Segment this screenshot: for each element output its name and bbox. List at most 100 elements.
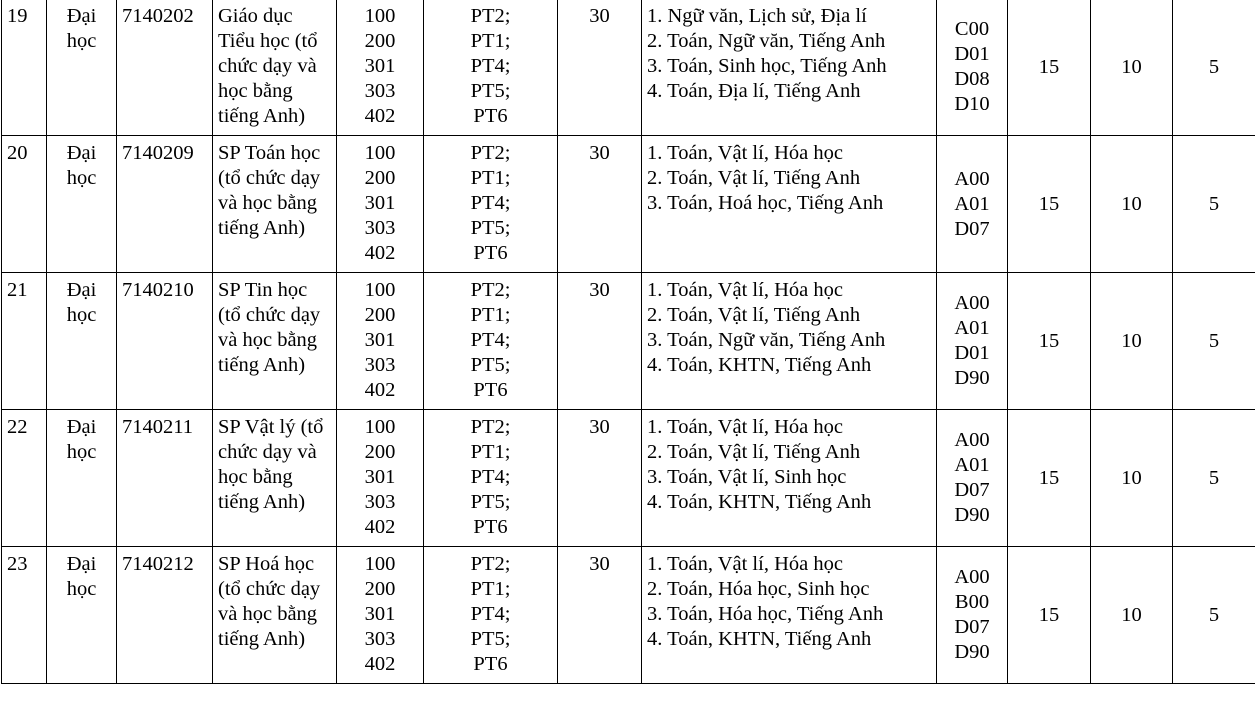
combos-cell: 1. Toán, Vật lí, Hóa học 2. Toán, Vật lí,… [641, 272, 937, 410]
combo-code: A01 [954, 454, 990, 476]
method: PT1; [470, 30, 511, 52]
subject-combo: 3. Toán, Ngữ văn, Tiếng Anh [647, 329, 886, 351]
subject-combo: 2. Toán, Ngữ văn, Tiếng Anh [647, 30, 886, 52]
level-cell: Đại học [46, 409, 117, 547]
level-cell: Đại học [46, 546, 117, 684]
method-code: 301 [364, 55, 396, 77]
method: PT2; [470, 416, 511, 438]
table-row: 21 Đại học 7140210 SP Tin học (tổ chức dạy v… [1, 272, 1255, 410]
value-2-cell: 10 [1090, 272, 1173, 410]
level-text: học [66, 30, 97, 52]
method-code: 303 [364, 217, 396, 239]
method: PT5; [470, 354, 511, 376]
method-codes-cell: 100 200 301 303 402 [336, 0, 424, 136]
method: PT6 [473, 379, 508, 401]
major-code-cell: 7140212 [116, 546, 213, 684]
combo-code: D90 [954, 367, 990, 389]
combo-code: D10 [954, 93, 990, 115]
combo-code: D07 [954, 217, 990, 240]
method-code: 303 [364, 628, 396, 650]
method: PT6 [473, 653, 508, 675]
subject-combo: 1. Toán, Vật lí, Hóa học [647, 553, 843, 575]
method: PT4; [470, 466, 511, 488]
method-codes-cell: 100 200 301 303 402 [336, 272, 424, 410]
level-cell: Đại học [46, 135, 117, 273]
method-code: 402 [364, 379, 396, 401]
value-3-cell: 5 [1172, 135, 1255, 273]
method-code: 303 [364, 491, 396, 513]
major-name-cell: SP Tin học (tổ chức dạy và học bằng tiến… [212, 272, 337, 410]
level-text: học [66, 578, 97, 600]
quota-cell: 30 [557, 135, 642, 273]
level-text: Đại [66, 279, 97, 301]
method: PT4; [470, 329, 511, 351]
combo-code: D08 [954, 68, 990, 90]
combo-code: D90 [954, 504, 990, 526]
combos-cell: 1. Toán, Vật lí, Hóa học 2. Toán, Vật lí,… [641, 409, 937, 547]
table-row: 19 Đại học 7140202 Giáo dục Tiểu học (tổ chứ… [1, 0, 1255, 136]
combo-code: B00 [954, 591, 990, 613]
value-1-cell: 15 [1007, 546, 1091, 684]
combo-codes-cell: A00 A01 D07 D90 [936, 409, 1008, 547]
stt-cell: 22 [1, 409, 47, 547]
combo-code: A01 [954, 192, 990, 215]
method-code: 402 [364, 242, 396, 264]
major-name-cell: Giáo dục Tiểu học (tổ chức dạy và học bằ… [212, 0, 337, 136]
level-text: Đại [66, 553, 97, 575]
quota-cell: 30 [557, 272, 642, 410]
method-code: 100 [364, 142, 396, 164]
major-name-cell: SP Hoá học (tổ chức dạy và học bằng tiến… [212, 546, 337, 684]
combo-code: A00 [954, 429, 990, 451]
subject-combo: 4. Toán, KHTN, Tiếng Anh [647, 354, 872, 376]
level-text: học [66, 167, 97, 189]
method: PT1; [470, 441, 511, 463]
method: PT5; [470, 80, 511, 102]
method: PT4; [470, 603, 511, 625]
methods-cell: PT2; PT1; PT4; PT5; PT6 [423, 546, 558, 684]
method-code: 301 [364, 192, 396, 214]
method-code: 301 [364, 466, 396, 488]
method-code: 100 [364, 553, 396, 575]
method: PT5; [470, 491, 511, 513]
method: PT2; [470, 279, 511, 301]
method: PT2; [470, 142, 511, 164]
combos-cell: 1. Ngữ văn, Lịch sử, Địa lí 2. Toán, Ngữ … [641, 0, 937, 136]
level-cell: Đại học [46, 0, 117, 136]
method-code: 100 [364, 5, 396, 27]
level-cell: Đại học [46, 272, 117, 410]
combo-code: A00 [954, 292, 990, 314]
subject-combo: 4. Toán, KHTN, Tiếng Anh [647, 491, 872, 513]
subject-combo: 2. Toán, Vật lí, Tiếng Anh [647, 304, 861, 326]
method: PT6 [473, 105, 508, 127]
method: PT1; [470, 578, 511, 600]
methods-cell: PT2; PT1; PT4; PT5; PT6 [423, 409, 558, 547]
admissions-table: 19 Đại học 7140202 Giáo dục Tiểu học (tổ chứ… [1, 0, 1255, 684]
methods-cell: PT2; PT1; PT4; PT5; PT6 [423, 0, 558, 136]
value-2-cell: 10 [1090, 135, 1173, 273]
combo-codes-cell: A00 A01 D07 [936, 135, 1008, 273]
major-code-cell: 7140211 [116, 409, 213, 547]
combo-code: A00 [954, 566, 990, 588]
method: PT6 [473, 516, 508, 538]
method: PT5; [470, 628, 511, 650]
subject-combo: 3. Toán, Sinh học, Tiếng Anh [647, 55, 887, 77]
method: PT1; [470, 304, 511, 326]
level-text: Đại [66, 142, 97, 164]
method-code: 200 [364, 30, 396, 52]
subject-combo: 2. Toán, Vật lí, Tiếng Anh [647, 441, 861, 463]
combo-code: A00 [954, 167, 990, 190]
major-code-cell: 7140202 [116, 0, 213, 136]
value-3-cell: 5 [1172, 409, 1255, 547]
stt-cell: 20 [1, 135, 47, 273]
level-text: Đại [66, 5, 97, 27]
stt-cell: 21 [1, 272, 47, 410]
value-1-cell: 15 [1007, 135, 1091, 273]
method-code: 402 [364, 516, 396, 538]
combo-codes-cell: C00 D01 D08 D10 [936, 0, 1008, 136]
quota-cell: 30 [557, 409, 642, 547]
combo-code: D07 [954, 616, 990, 638]
method-code: 303 [364, 80, 396, 102]
value-2-cell: 10 [1090, 409, 1173, 547]
method-code: 200 [364, 578, 396, 600]
method: PT1; [470, 167, 511, 189]
